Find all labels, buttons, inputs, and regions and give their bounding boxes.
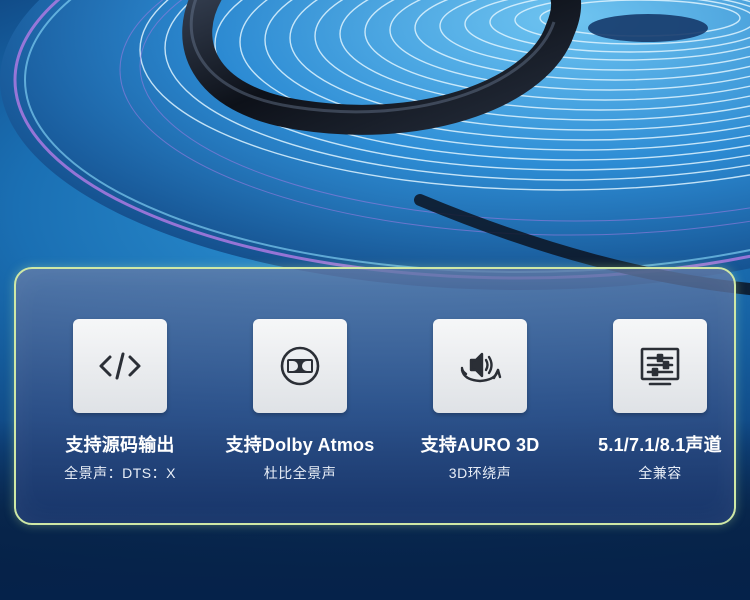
code-icon [73, 319, 167, 413]
feature-source-output: 支持源码输出 全景声：DTS：X [30, 319, 210, 483]
feature-subtitle: 3D环绕声 [448, 465, 512, 481]
feature-auro-3d: 支持AURO 3D 3D环绕声 [390, 319, 570, 483]
feature-title: 支持源码输出 [65, 435, 175, 455]
feature-list: 支持源码输出 全景声：DTS：X 支持Dolby Atmos 杜比全景声 支持A… [16, 269, 734, 523]
feature-subtitle: 全兼容 [638, 465, 682, 481]
surround-sound-icon [433, 319, 527, 413]
feature-title: 支持Dolby Atmos [225, 435, 375, 455]
channel-settings-icon [613, 319, 707, 413]
feature-subtitle: 杜比全景声 [263, 465, 337, 481]
dolby-icon [253, 319, 347, 413]
feature-title: 支持AURO 3D [420, 435, 540, 455]
feature-subtitle: 全景声：DTS：X [64, 465, 176, 481]
feature-panel: 支持源码输出 全景声：DTS：X 支持Dolby Atmos 杜比全景声 支持A… [14, 267, 736, 525]
product-feature-banner: 支持源码输出 全景声：DTS：X 支持Dolby Atmos 杜比全景声 支持A… [0, 0, 750, 600]
feature-dolby-atmos: 支持Dolby Atmos 杜比全景声 [210, 319, 390, 483]
feature-title: 5.1/7.1/8.1声道 [598, 435, 722, 455]
feature-channels: 5.1/7.1/8.1声道 全兼容 [570, 319, 750, 483]
